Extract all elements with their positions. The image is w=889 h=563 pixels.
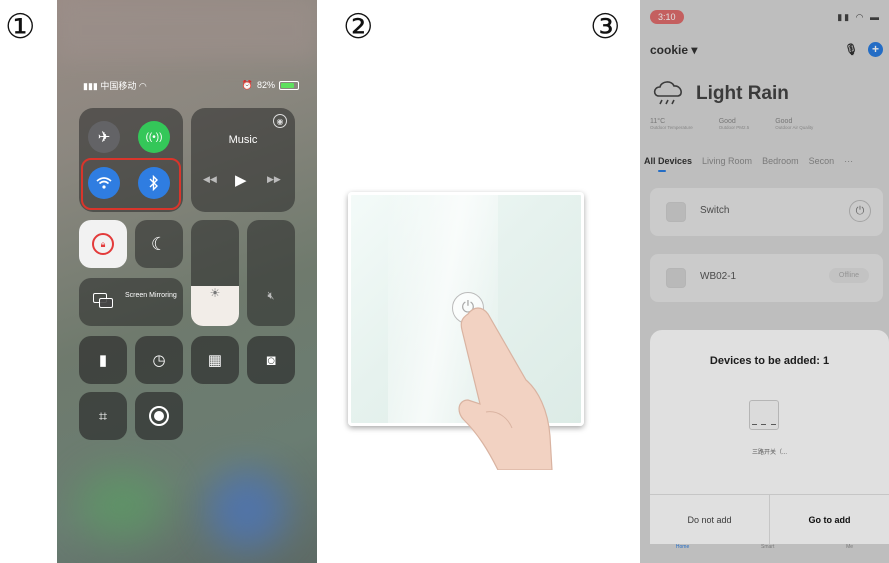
room-tabs: All Devices Living Room Bedroom Secon ··… [644, 156, 889, 172]
weather-stats: 11°C Outdoor Temperature Good Outdoor PM2.… [650, 118, 880, 130]
do-not-add-button[interactable]: Do not add [650, 495, 770, 544]
screen-mirroring-label: Screen Mirroring [125, 292, 177, 299]
nav-smart[interactable]: Smart [761, 544, 774, 563]
qr-scanner-button[interactable]: ⌗ [79, 392, 127, 440]
screen-mirroring-icon [93, 293, 115, 309]
add-device-sheet: Devices to be added: 1 三路开关（... Do not a… [650, 330, 889, 544]
flashlight-icon: ▮ [98, 352, 108, 369]
device-name: Switch [700, 205, 730, 216]
stat-value: 11°C [650, 118, 666, 125]
stat-value: Good [775, 118, 793, 125]
calculator-button[interactable]: ▦ [191, 336, 239, 384]
signal-icon: ▮▮▮ [83, 80, 98, 91]
camera-button[interactable]: ◙ [247, 336, 295, 384]
wifi-icon [96, 177, 112, 189]
carrier-label: 中国移动 [100, 80, 137, 91]
stat-label: Outdoor Air Quality [775, 125, 814, 130]
orientation-lock-toggle[interactable]: 🔒︎ [79, 220, 127, 268]
tab-all-devices[interactable]: All Devices [644, 156, 692, 172]
status-bar: ▮▮▮ 中国移动 ◠ ⏰ 82% [83, 78, 299, 92]
wifi-toggle[interactable] [88, 167, 120, 199]
stat-label: Outdoor Temperature [650, 125, 693, 130]
device-card-wb02[interactable]: WB02-1 Offline [650, 254, 883, 302]
rain-cloud-icon [653, 81, 683, 105]
stat-value: Good [718, 118, 736, 125]
qr-code-icon: ⌗ [98, 407, 108, 425]
previous-track-icon[interactable]: ◀◀ [203, 174, 217, 185]
offline-badge: Offline [828, 268, 869, 283]
airplay-icon[interactable]: ◉ [273, 114, 287, 128]
nav-me[interactable]: Me [846, 544, 853, 563]
home-name: cookie [650, 42, 689, 57]
cellular-antenna-icon: ((•)) [145, 131, 163, 143]
app-header: cookie ▾ 🎙︎ + [650, 42, 883, 57]
step-number-1: ① [5, 7, 36, 47]
add-device-plus-icon[interactable]: + [868, 42, 883, 57]
smart-life-app-screenshot: 3:10 ▮▮ ◠ ▬ cookie ▾ 🎙︎ + Light Rain 11°… [640, 0, 889, 563]
airplane-icon: ✈ [97, 129, 111, 146]
device-card-switch[interactable]: Switch ⏻ [650, 188, 883, 236]
power-button[interactable]: ⏻ [849, 200, 871, 222]
more-tabs-icon[interactable]: ··· [844, 156, 853, 166]
screen-recording-button[interactable] [135, 392, 183, 440]
tab-second[interactable]: Secon [809, 156, 835, 166]
record-icon [149, 406, 169, 426]
bluetooth-toggle[interactable] [138, 167, 170, 199]
speaker-muted-icon: 🔇︎ [267, 290, 275, 302]
bottom-nav: Home Smart Me [640, 540, 889, 563]
weather-condition: Light Rain [696, 83, 789, 104]
tab-living-room[interactable]: Living Room [702, 156, 752, 166]
orientation-lock-icon: 🔒︎ [92, 233, 114, 255]
weather-stat: 11°C Outdoor Temperature [650, 118, 693, 130]
volume-slider[interactable]: 🔇︎ [247, 220, 295, 326]
signal-wifi-battery-icon: ▮▮ ◠ ▬ [837, 11, 881, 22]
camera-icon: ◙ [266, 351, 276, 369]
music-label: Music [228, 134, 258, 146]
weather-summary: Light Rain [650, 80, 789, 108]
timer-icon: ◷ [152, 352, 166, 369]
sun-icon: ☀ [209, 286, 221, 300]
sheet-title: Devices to be added: 1 [709, 355, 830, 367]
status-time: 3:10 [650, 10, 684, 24]
battery-percent: 82% [256, 80, 275, 90]
cellular-data-toggle[interactable]: ((•)) [138, 121, 170, 153]
device-thumbnail [666, 202, 686, 222]
tab-bedroom[interactable]: Bedroom [762, 156, 799, 166]
control-center-screenshot: ▮▮▮ 中国移动 ◠ ⏰ 82% ✈ ((•)) ◉ Music ◀◀ ▶ ▶▶… [57, 0, 317, 563]
flashlight-button[interactable]: ▮ [79, 336, 127, 384]
screen-mirroring-button[interactable]: Screen Mirroring [79, 278, 183, 326]
power-icon: ⏻ [855, 204, 865, 217]
switch-illustration: ⏻ [330, 0, 610, 563]
moon-icon: ☾ [150, 233, 168, 254]
airplane-mode-toggle[interactable]: ✈ [88, 121, 120, 153]
device-thumbnail [666, 268, 686, 288]
three-gang-switch-icon [749, 400, 779, 430]
go-to-add-button[interactable]: Go to add [770, 495, 889, 544]
next-track-icon[interactable]: ▶▶ [267, 174, 281, 185]
stat-label: Outdoor PM2.5 [718, 125, 750, 130]
nav-home[interactable]: Home [676, 544, 689, 563]
found-device-name: 三路开关（... [751, 450, 787, 456]
timer-button[interactable]: ◷ [135, 336, 183, 384]
wifi-status-icon: ◠ [138, 80, 147, 91]
device-name: WB02-1 [700, 271, 737, 282]
weather-stat: Good Outdoor Air Quality [775, 118, 813, 130]
home-selector[interactable]: cookie ▾ [650, 43, 697, 57]
voice-icon[interactable]: 🎙︎ [844, 43, 858, 56]
sheet-buttons: Do not add Go to add [650, 494, 889, 544]
do-not-disturb-toggle[interactable]: ☾ [135, 220, 183, 268]
calculator-icon: ▦ [207, 352, 223, 369]
finger-hand-icon [458, 307, 553, 470]
status-bar: 3:10 ▮▮ ◠ ▬ [650, 9, 881, 25]
brightness-slider[interactable]: ☀ [191, 220, 239, 326]
alarm-icon: ⏰ [241, 79, 253, 90]
play-icon[interactable]: ▶ [235, 171, 247, 189]
weather-stat: Good Outdoor PM2.5 [719, 118, 750, 130]
battery-icon [279, 80, 299, 90]
bluetooth-icon [149, 175, 158, 191]
